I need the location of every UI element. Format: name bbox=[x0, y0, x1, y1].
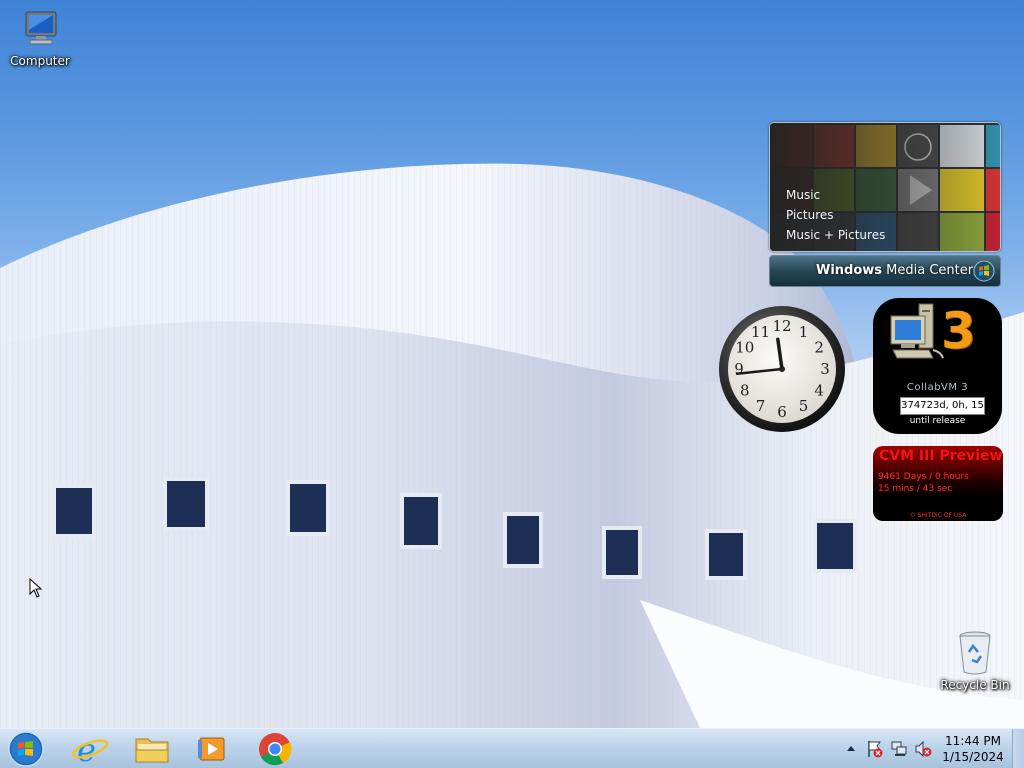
clock-numeral: 12 bbox=[772, 317, 791, 335]
menu-item-pictures[interactable]: Pictures bbox=[786, 205, 885, 225]
windows-orb-icon bbox=[8, 731, 44, 767]
cvm-preview-gadget[interactable]: CVM III Preview 9461 Days / 0 hours 15 m… bbox=[873, 446, 1003, 521]
media-player-icon bbox=[198, 737, 225, 761]
mouse-cursor-icon bbox=[29, 578, 43, 598]
collabvm-gadget[interactable]: 3 CollabVM 3 374723d, 0h, 15 until relea… bbox=[873, 298, 1002, 434]
taskbar: e 11:44 PM 1/15/2024 bbox=[0, 728, 1024, 768]
desktop-icon-computer[interactable]: Computer bbox=[0, 8, 80, 68]
desktop-icon-label: Recycle Bin bbox=[940, 678, 1010, 692]
preview-mins: 15 mins / 43 sec bbox=[878, 484, 953, 494]
desktop[interactable]: Computer Recycle Bin Music Pictures Musi… bbox=[0, 0, 1024, 728]
menu-item-music-pictures[interactable]: Music + Pictures bbox=[786, 225, 885, 245]
clock-numeral: 9 bbox=[734, 360, 744, 378]
file-explorer-button[interactable] bbox=[126, 730, 178, 768]
media-center-gadget[interactable]: Music Pictures Music + Pictures Windows … bbox=[769, 122, 1001, 288]
media-player-button[interactable] bbox=[186, 730, 238, 768]
clock-numeral: 8 bbox=[740, 382, 750, 400]
clock-pivot bbox=[779, 366, 785, 372]
clock-numeral: 6 bbox=[777, 403, 787, 421]
computer-icon bbox=[25, 11, 57, 45]
clock-numeral: 1 bbox=[799, 323, 809, 341]
collabvm-countdown: 374723d, 0h, 15 bbox=[900, 397, 985, 415]
media-center-title: Windows Media Center bbox=[816, 263, 974, 278]
media-center-preview[interactable]: Music Pictures Music + Pictures bbox=[769, 122, 1001, 252]
start-button[interactable] bbox=[0, 730, 54, 768]
windows-logo-icon bbox=[973, 260, 995, 282]
folder-icon bbox=[135, 738, 169, 763]
preview-title: CVM III Preview bbox=[879, 448, 1003, 464]
desktop-icon-recycle-bin[interactable]: Recycle Bin bbox=[935, 630, 1015, 692]
taskbar-time: 11:44 PM bbox=[945, 734, 1001, 748]
collabvm-until: until release bbox=[909, 416, 966, 426]
desktop-icon-label: Computer bbox=[10, 54, 70, 68]
menu-item-music[interactable]: Music bbox=[786, 185, 885, 205]
ie-icon: e bbox=[71, 731, 109, 768]
action-center-icon[interactable] bbox=[866, 740, 884, 758]
computer-icon bbox=[890, 303, 944, 359]
preview-copyright: © SHITDIC OF USA bbox=[909, 512, 967, 519]
svg-text:e: e bbox=[77, 731, 96, 768]
clock-gadget[interactable]: 12 12 3 45678 9 1011 bbox=[717, 304, 847, 434]
clock-numeral: 4 bbox=[814, 382, 824, 400]
wallpaper bbox=[0, 163, 1024, 728]
collabvm-version-digit: 3 bbox=[941, 302, 976, 360]
network-icon[interactable] bbox=[890, 740, 908, 758]
recycle-bin-icon bbox=[959, 631, 991, 675]
chrome-button[interactable] bbox=[249, 730, 301, 768]
clock-numeral: 3 bbox=[820, 360, 830, 378]
clock-numeral: 5 bbox=[799, 397, 809, 415]
internet-explorer-button[interactable]: e bbox=[64, 730, 116, 768]
taskbar-clock[interactable]: 11:44 PM 1/15/2024 bbox=[934, 733, 1012, 765]
volume-muted-icon[interactable] bbox=[914, 740, 932, 758]
media-center-bar[interactable]: Windows Media Center bbox=[769, 255, 1001, 287]
clock-numeral: 10 bbox=[735, 339, 754, 357]
clock-numeral: 2 bbox=[814, 339, 824, 357]
taskbar-date: 1/15/2024 bbox=[942, 750, 1004, 764]
show-desktop-button[interactable] bbox=[1012, 729, 1024, 768]
clock-numeral: 11 bbox=[751, 323, 770, 341]
media-center-menu: Music Pictures Music + Pictures bbox=[786, 185, 885, 245]
collabvm-name: CollabVM 3 bbox=[906, 382, 969, 393]
clock-numeral: 7 bbox=[756, 397, 766, 415]
preview-days: 9461 Days / 0 hours bbox=[878, 472, 969, 482]
show-hidden-icons-icon[interactable] bbox=[846, 744, 856, 752]
chrome-icon bbox=[259, 733, 292, 766]
